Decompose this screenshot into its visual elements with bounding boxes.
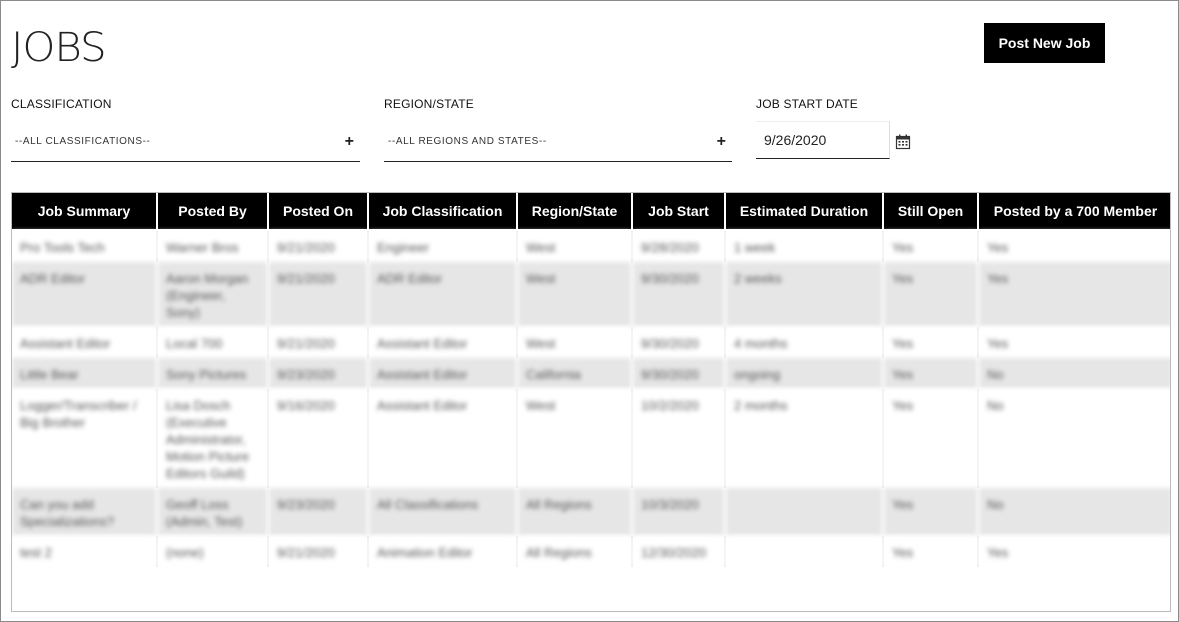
table-cell: 9/21/2020 bbox=[268, 231, 369, 262]
plus-icon: + bbox=[344, 132, 354, 150]
column-header: Posted by a 700 Member bbox=[978, 193, 1170, 229]
start-date-label: JOB START DATE bbox=[756, 97, 858, 111]
table-cell: 9/16/2020 bbox=[268, 389, 369, 488]
table-cell: West bbox=[517, 262, 633, 327]
table-cell: test 2 bbox=[12, 536, 158, 567]
table-cell: Yes bbox=[883, 358, 979, 389]
table-cell: Yes bbox=[883, 536, 979, 567]
table-cell: No bbox=[978, 358, 1170, 389]
table-cell: West bbox=[517, 231, 633, 262]
table-cell bbox=[725, 536, 884, 567]
table-cell: 10/2/2020 bbox=[632, 389, 726, 488]
table-cell: No bbox=[978, 389, 1170, 488]
table-cell: Yes bbox=[978, 536, 1170, 567]
calendar-icon[interactable] bbox=[895, 134, 911, 150]
table-cell: Yes bbox=[978, 327, 1170, 358]
table-cell: All Classifications bbox=[368, 488, 518, 536]
page-title: JOBS bbox=[11, 25, 107, 71]
column-header: Still Open bbox=[883, 193, 979, 229]
table-row[interactable]: ADR Editor Aaron Morgan (Engineer, Sony) 9… bbox=[12, 262, 1170, 327]
table-cell: 10/3/2020 bbox=[632, 488, 726, 536]
table-cell: 9/28/2020 bbox=[632, 231, 726, 262]
column-header: Region/State bbox=[517, 193, 633, 229]
table-cell: Local 700 bbox=[157, 327, 269, 358]
table-cell: 1 week bbox=[725, 231, 884, 262]
table-cell: 2 weeks bbox=[725, 262, 884, 327]
table-cell: Assistant Editor bbox=[368, 327, 518, 358]
table-cell: 9/21/2020 bbox=[268, 536, 369, 567]
table-cell: Yes bbox=[883, 389, 979, 488]
column-header: Estimated Duration bbox=[725, 193, 884, 229]
region-select-value: --ALL REGIONS AND STATES-- bbox=[388, 136, 547, 147]
table-cell: 9/21/2020 bbox=[268, 262, 369, 327]
table-cell: Aaron Morgan (Engineer, Sony) bbox=[157, 262, 269, 327]
table-row[interactable]: Assistant Editor Local 700 9/21/2020 Assist… bbox=[12, 327, 1170, 358]
table-cell: Assistant Editor bbox=[12, 327, 158, 358]
table-cell: ADR Editor bbox=[12, 262, 158, 327]
column-header: Posted By bbox=[157, 193, 269, 229]
table-cell: Logger/Transcriber / Big Brother bbox=[12, 389, 158, 488]
classification-label: CLASSIFICATION bbox=[11, 97, 112, 111]
table-cell: Engineer bbox=[368, 231, 518, 262]
table-cell: All Regions bbox=[517, 536, 633, 567]
table-header-row: Job Summary Posted By Posted On Job Classif… bbox=[12, 193, 1170, 229]
start-date-input[interactable]: 9/26/2020 bbox=[756, 121, 890, 159]
table-cell: Yes bbox=[978, 231, 1170, 262]
table-cell: California bbox=[517, 358, 633, 389]
table-cell: Geoff Loss (Admin, Test) bbox=[157, 488, 269, 536]
table-cell: No bbox=[978, 488, 1170, 536]
table-cell: 4 months bbox=[725, 327, 884, 358]
classification-select-value: --ALL CLASSIFICATIONS-- bbox=[15, 136, 151, 147]
table-cell: ongoing bbox=[725, 358, 884, 389]
table-cell: Assistant Editor bbox=[368, 389, 518, 488]
classification-select[interactable]: --ALL CLASSIFICATIONS-- + bbox=[11, 122, 360, 162]
table-cell: Yes bbox=[883, 262, 979, 327]
table-cell: Sony Pictures bbox=[157, 358, 269, 389]
column-header: Job Classification bbox=[368, 193, 518, 229]
table-cell: 9/30/2020 bbox=[632, 327, 726, 358]
table-cell: 9/30/2020 bbox=[632, 358, 726, 389]
table-row[interactable]: Little Bear Sony Pictures 9/23/2020 Assista… bbox=[12, 358, 1170, 389]
table-cell: Little Bear bbox=[12, 358, 158, 389]
table-row[interactable]: test 2 (none) 9/21/2020 Animation Editor All… bbox=[12, 536, 1170, 567]
table-cell: Can you add Specializations? bbox=[12, 488, 158, 536]
table-cell: 12/30/2020 bbox=[632, 536, 726, 567]
table-cell: Yes bbox=[883, 327, 979, 358]
table-cell: Lisa Dosch (Executive Administrator, Mot… bbox=[157, 389, 269, 488]
plus-icon: + bbox=[716, 132, 726, 150]
table-cell bbox=[725, 488, 884, 536]
region-label: REGION/STATE bbox=[384, 97, 474, 111]
table-cell: Yes bbox=[978, 262, 1170, 327]
region-select[interactable]: --ALL REGIONS AND STATES-- + bbox=[384, 122, 732, 162]
table-cell: Pro Tools Tech bbox=[12, 231, 158, 262]
table-cell: West bbox=[517, 327, 633, 358]
table-cell: All Regions bbox=[517, 488, 633, 536]
table-cell: Yes bbox=[883, 231, 979, 262]
table-cell: 9/30/2020 bbox=[632, 262, 726, 327]
table-cell: 9/23/2020 bbox=[268, 358, 369, 389]
post-new-job-button[interactable]: Post New Job bbox=[984, 23, 1105, 63]
table-row[interactable]: Pro Tools Tech Warner Bros 9/21/2020 Engine… bbox=[12, 231, 1170, 262]
table-cell: Animation Editor bbox=[368, 536, 518, 567]
table-cell: West bbox=[517, 389, 633, 488]
column-header: Job Summary bbox=[12, 193, 158, 229]
table-cell: Warner Bros bbox=[157, 231, 269, 262]
table-cell: ADR Editor bbox=[368, 262, 518, 327]
table-cell: 2 months bbox=[725, 389, 884, 488]
table-cell: 9/23/2020 bbox=[268, 488, 369, 536]
column-header: Posted On bbox=[268, 193, 369, 229]
table-cell: Assistant Editor bbox=[368, 358, 518, 389]
table-cell: (none) bbox=[157, 536, 269, 567]
table-row[interactable]: Logger/Transcriber / Big Brother Lisa Dos… bbox=[12, 389, 1170, 488]
table-row[interactable]: Can you add Specializations? Geoff Loss (… bbox=[12, 488, 1170, 536]
jobs-table: Job Summary Posted By Posted On Job Classif… bbox=[11, 192, 1171, 612]
table-cell: Yes bbox=[883, 488, 979, 536]
table-cell: 9/21/2020 bbox=[268, 327, 369, 358]
column-header: Job Start bbox=[632, 193, 726, 229]
